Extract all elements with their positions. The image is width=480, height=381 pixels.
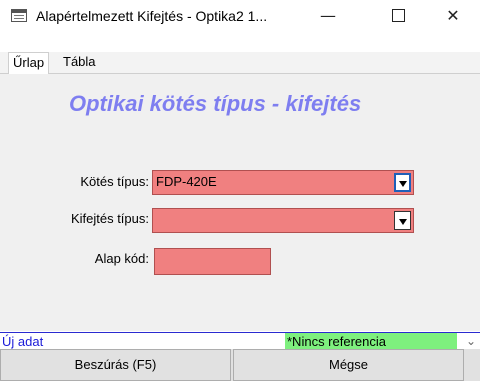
kifejtes-tipus-dropdown-button[interactable] [394,211,411,230]
tab-bar: Űrlap Tábla [0,52,480,74]
dropdown-arrow-icon [398,180,407,187]
button-row: Beszúrás (F5) Mégse [0,349,480,381]
kotes-tipus-combo[interactable]: FDP-420E [152,170,414,195]
insert-button[interactable]: Beszúrás (F5) [0,349,231,381]
dropdown-arrow-icon [398,218,407,225]
form-heading: Optikai kötés típus - kifejtés [69,91,362,116]
close-button[interactable]: ✕ [430,0,476,32]
window-title: Alapértelmezett Kifejtés - Optika2 1... [36,8,268,24]
tab-tabla[interactable]: Tábla [59,52,100,72]
new-record-indicator[interactable]: Új adat [2,334,43,349]
reference-status: *Nincs referencia [285,333,457,350]
maximize-icon [391,8,405,22]
cancel-button[interactable]: Mégse [233,349,464,381]
minimize-button[interactable]: — [305,0,351,32]
alap-kod-input[interactable] [154,248,271,275]
form-window-icon [11,9,27,22]
kotes-tipus-dropdown-button[interactable] [394,173,411,192]
kotes-tipus-value: FDP-420E [156,174,217,189]
kifejtes-tipus-combo[interactable] [152,208,414,233]
alap-kod-label: Alap kód: [94,251,149,266]
status-bar: Új adat *Nincs referencia ⌄ [0,332,480,350]
kifejtes-tipus-label: Kifejtés típus: [70,211,149,226]
chevron-down-icon[interactable]: ⌄ [466,333,476,350]
maximize-button[interactable] [375,0,421,32]
title-bar[interactable]: Alapértelmezett Kifejtés - Optika2 1... … [0,0,480,32]
tab-urlap[interactable]: Űrlap [8,52,50,74]
kotes-tipus-label: Kötés típus: [80,174,149,189]
